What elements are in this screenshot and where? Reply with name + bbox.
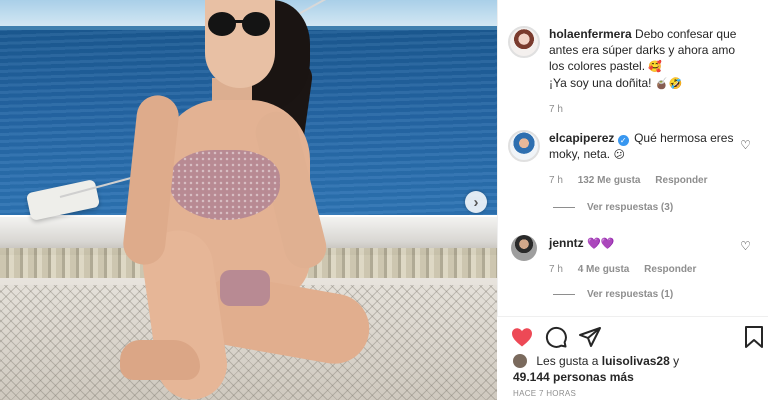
comment-body: elcapiperez ✓ Qué hermosa eres moky, net…	[549, 130, 749, 189]
comment-username[interactable]: jenntz	[549, 236, 584, 250]
view-replies-button[interactable]: Ver respuestas (1)	[553, 289, 673, 300]
comment-like-heart-icon[interactable]: ♡	[739, 139, 752, 152]
caption-body: holaenfermera Debo confesar que antes er…	[549, 26, 749, 118]
comment-time[interactable]: 7 h	[549, 175, 563, 186]
comment-text: 💜💜	[587, 237, 615, 250]
caption-time[interactable]: 7 h	[549, 104, 563, 115]
heart-icon[interactable]	[510, 325, 534, 349]
chevron-right-icon: ›	[473, 193, 479, 211]
comment-emoji: 😕	[613, 148, 625, 161]
reply-button[interactable]: Responder	[644, 264, 696, 275]
post-photo[interactable]: ›	[0, 0, 497, 400]
caption-username[interactable]: holaenfermera	[549, 27, 632, 41]
replies-divider	[553, 293, 575, 295]
photo-sunglasses	[208, 12, 270, 36]
caption-text-line2: ¡Ya soy una doñita!	[549, 76, 652, 90]
view-replies-label: Ver respuestas (1)	[587, 289, 674, 300]
avatar[interactable]	[511, 235, 537, 261]
verified-badge-icon: ✓	[617, 135, 629, 146]
likes-joiner: y	[673, 354, 680, 368]
comment-meta: 7 h 4 Me gusta Responder	[549, 262, 749, 278]
comment-meta: 7 h 132 Me gusta Responder	[549, 173, 749, 189]
avatar[interactable]	[513, 354, 527, 368]
avatar[interactable]	[508, 26, 540, 58]
likes-count-link[interactable]: 49.144 personas más	[513, 370, 634, 384]
caption-emoji-1: 🥰	[648, 60, 663, 73]
photo-bikini-bottom	[220, 270, 270, 306]
view-replies-label: Ver respuestas (3)	[587, 202, 674, 213]
photo-bikini-top	[170, 150, 280, 220]
likes-summary: Les gusta a luisolivas28 y 49.144 person…	[513, 353, 679, 385]
post-actions: Les gusta a luisolivas28 y 49.144 person…	[497, 316, 768, 400]
post-time-ago[interactable]: HACE 7 HORAS	[513, 389, 576, 398]
next-photo-button[interactable]: ›	[465, 191, 487, 213]
comment-likes[interactable]: 4 Me gusta	[578, 264, 630, 275]
comment-time[interactable]: 7 h	[549, 264, 563, 275]
reply-button[interactable]: Responder	[655, 175, 707, 186]
bookmark-icon[interactable]	[742, 325, 766, 349]
share-icon[interactable]	[578, 325, 602, 349]
avatar[interactable]	[508, 130, 540, 162]
caption-emoji-2: 🧉🤣	[654, 77, 683, 90]
comment-likes[interactable]: 132 Me gusta	[578, 175, 641, 186]
photo-foot	[120, 340, 200, 380]
view-replies-button[interactable]: Ver respuestas (3)	[553, 202, 673, 213]
replies-divider	[553, 206, 575, 208]
comment-like-heart-icon[interactable]: ♡	[739, 240, 752, 253]
likes-user-link[interactable]: luisolivas28	[602, 354, 670, 368]
comment-icon[interactable]	[544, 325, 568, 349]
caption-meta: 7 h	[549, 102, 749, 118]
comment-body: jenntz 💜💜 7 h 4 Me gusta Responder	[549, 235, 749, 278]
comment-username[interactable]: elcapiperez	[549, 131, 614, 145]
likes-prefix: Les gusta a	[536, 354, 599, 368]
